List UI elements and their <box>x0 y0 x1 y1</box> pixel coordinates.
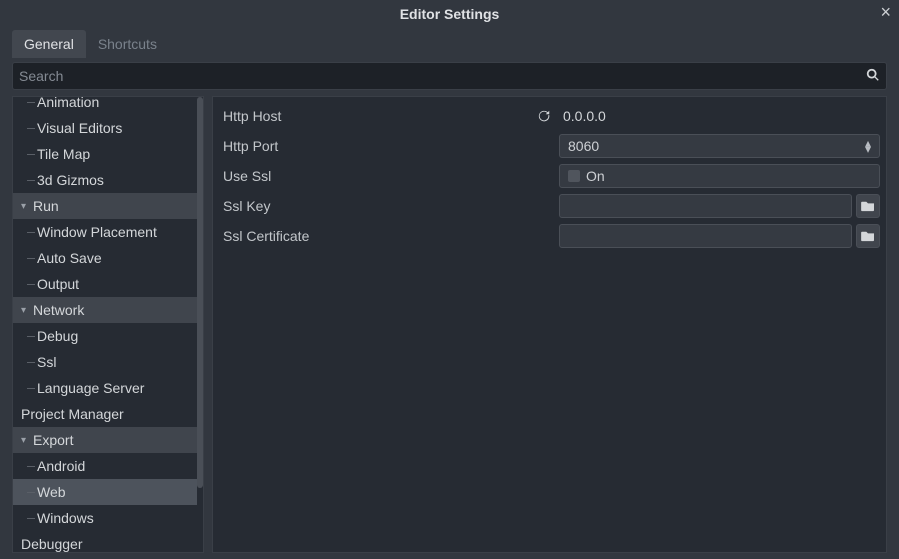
tree-label: Run <box>33 198 59 214</box>
tabs: General Shortcuts <box>0 28 899 58</box>
folder-icon <box>861 230 875 242</box>
tree-item-network[interactable]: ▾ Network <box>13 297 197 323</box>
prop-label: Ssl Certificate <box>219 228 529 244</box>
reset-button[interactable] <box>535 109 553 123</box>
tree-item-language-server[interactable]: Language Server <box>13 375 197 401</box>
chevron-down-icon: ▾ <box>21 435 33 446</box>
tree-item-visual-editors[interactable]: Visual Editors <box>13 115 197 141</box>
browse-button[interactable] <box>856 224 880 248</box>
spin-updown-icon[interactable]: ▴▾ <box>865 140 871 152</box>
tree-item-output[interactable]: Output <box>13 271 197 297</box>
tree-item-debugger[interactable]: Debugger <box>13 531 197 553</box>
tab-general[interactable]: General <box>12 30 86 58</box>
prop-ssl-certificate: Ssl Certificate <box>219 221 880 251</box>
search-icon <box>866 68 880 85</box>
prop-label: Http Host <box>219 108 529 124</box>
tree-item-animation[interactable]: Animation <box>13 96 197 115</box>
titlebar: Editor Settings × <box>0 0 899 28</box>
prop-label: Ssl Key <box>219 198 529 214</box>
tree-item-project-manager[interactable]: Project Manager <box>13 401 197 427</box>
tree-label: Export <box>33 432 73 448</box>
tree-item-export[interactable]: ▾ Export <box>13 427 197 453</box>
folder-icon <box>861 200 875 212</box>
window-title: Editor Settings <box>400 6 500 22</box>
tree-label: Network <box>33 302 84 318</box>
sidebar: Animation Visual Editors Tile Map 3d Giz… <box>12 96 204 553</box>
prop-label: Use Ssl <box>219 168 529 184</box>
http-port-spinbox[interactable]: 8060 ▴▾ <box>559 134 880 158</box>
prop-http-port: Http Port 8060 ▴▾ <box>219 131 880 161</box>
search-bar[interactable] <box>12 62 887 90</box>
prop-http-host: Http Host 0.0.0.0 <box>219 101 880 131</box>
prop-use-ssl: Use Ssl On <box>219 161 880 191</box>
chevron-down-icon: ▾ <box>21 305 33 316</box>
tree-item-tile-map[interactable]: Tile Map <box>13 141 197 167</box>
use-ssl-checkbox[interactable]: On <box>559 164 880 188</box>
spin-value: 8060 <box>568 138 599 154</box>
tab-shortcuts[interactable]: Shortcuts <box>86 30 169 58</box>
tree-item-android[interactable]: Android <box>13 453 197 479</box>
tree-item-web[interactable]: Web <box>13 479 197 505</box>
chevron-down-icon: ▾ <box>21 201 33 212</box>
tree-item-ssl[interactable]: Ssl <box>13 349 197 375</box>
close-icon[interactable]: × <box>880 2 891 23</box>
browse-button[interactable] <box>856 194 880 218</box>
tree-item-debug[interactable]: Debug <box>13 323 197 349</box>
ssl-key-path-input[interactable] <box>559 194 852 218</box>
ssl-cert-path-input[interactable] <box>559 224 852 248</box>
search-input[interactable] <box>19 68 866 84</box>
scrollbar[interactable] <box>197 97 203 552</box>
tree-item-auto-save[interactable]: Auto Save <box>13 245 197 271</box>
prop-label: Http Port <box>219 138 529 154</box>
tree-item-window-placement[interactable]: Window Placement <box>13 219 197 245</box>
tree-item-run[interactable]: ▾ Run <box>13 193 197 219</box>
checkbox-label: On <box>586 168 605 184</box>
properties-panel: Http Host 0.0.0.0 Http Port 8060 ▴▾ Use … <box>212 96 887 553</box>
tree-item-3d-gizmos[interactable]: 3d Gizmos <box>13 167 197 193</box>
tree-item-windows[interactable]: Windows <box>13 505 197 531</box>
http-host-value[interactable]: 0.0.0.0 <box>559 108 606 124</box>
prop-ssl-key: Ssl Key <box>219 191 880 221</box>
checkbox-icon <box>568 170 580 182</box>
